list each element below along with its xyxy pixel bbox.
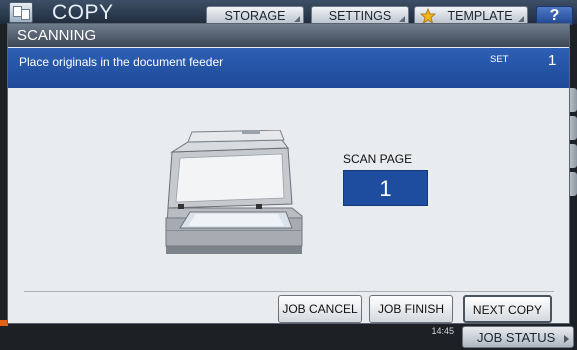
help-icon: ? — [549, 7, 560, 24]
star-icon — [420, 8, 436, 24]
set-label: SET — [490, 54, 509, 65]
top-bar: COPY STORAGE SETTINGS TEMPLATE ? — [0, 0, 577, 25]
scanning-dialog: SCANNING Place originals in the document… — [7, 23, 570, 324]
scan-page-counter: 1 — [343, 170, 428, 206]
settings-button-label: SETTINGS — [328, 9, 392, 23]
dropdown-corner-icon — [294, 16, 300, 22]
next-copy-button[interactable]: NEXT COPY — [463, 295, 552, 323]
arrow-right-icon — [564, 335, 569, 343]
job-status-label: JOB STATUS — [477, 330, 556, 345]
dropdown-corner-icon — [399, 16, 405, 22]
storage-button[interactable]: STORAGE — [206, 6, 304, 24]
copy-icon — [9, 2, 33, 23]
app-title: COPY — [52, 1, 114, 24]
dropdown-corner-icon — [518, 16, 524, 22]
message-bar: Place originals in the document feeder S… — [8, 48, 569, 88]
scan-page-label: SCAN PAGE — [343, 152, 413, 166]
settings-button[interactable]: SETTINGS — [311, 6, 409, 24]
storage-button-label: STORAGE — [224, 9, 286, 23]
job-cancel-button[interactable]: JOB CANCEL — [278, 295, 362, 323]
template-button[interactable]: TEMPLATE — [414, 6, 528, 24]
clock-time: 14:45 — [431, 326, 454, 336]
set-count: 1 — [548, 52, 557, 69]
job-status-button[interactable]: JOB STATUS — [462, 326, 574, 348]
job-finish-button[interactable]: JOB FINISH — [369, 295, 453, 323]
scanner-illustration — [165, 130, 303, 254]
dialog-title: SCANNING — [8, 24, 569, 47]
template-button-label: TEMPLATE — [447, 9, 513, 23]
instruction-message: Place originals in the document feeder — [19, 55, 224, 69]
divider — [24, 291, 554, 292]
